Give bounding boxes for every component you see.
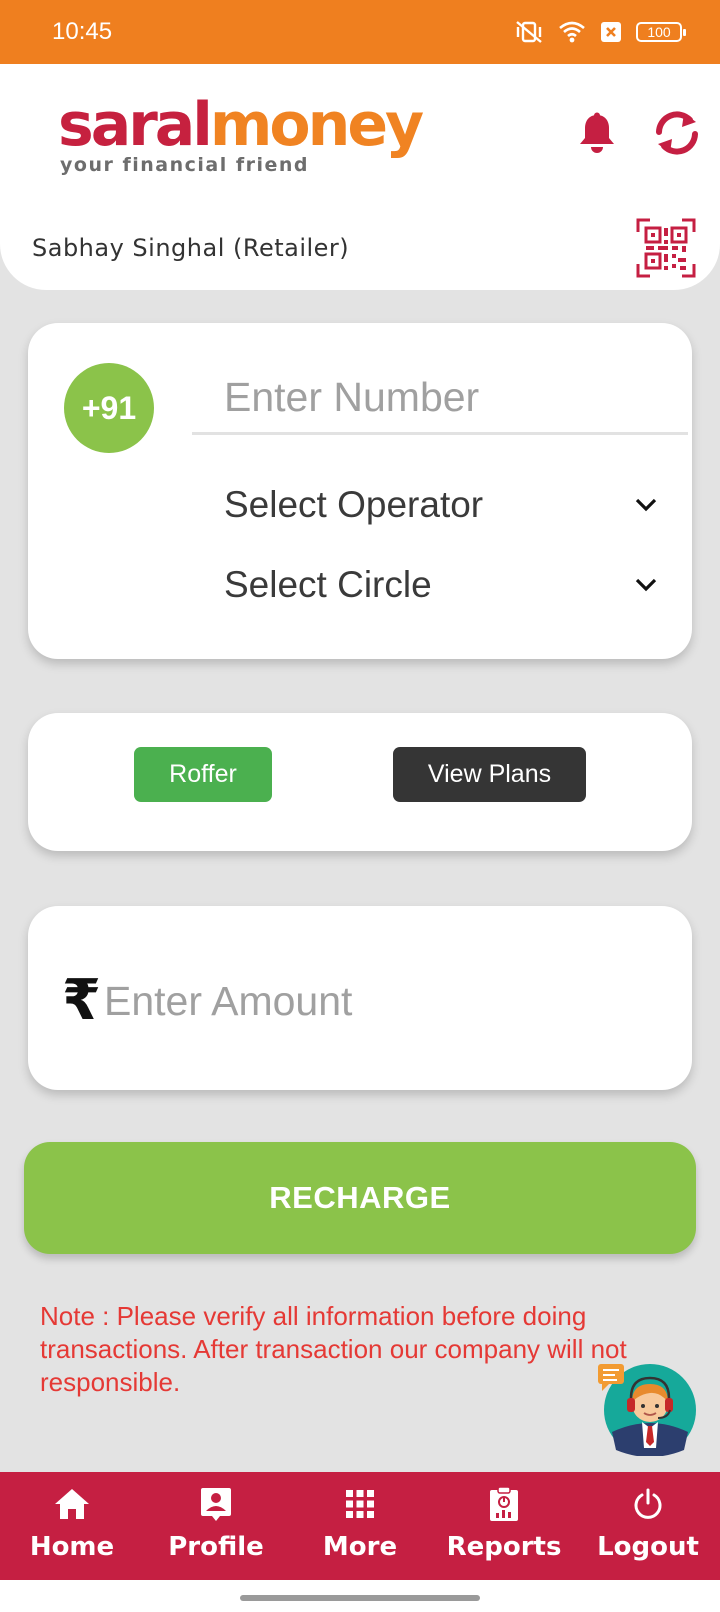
bell-icon[interactable] xyxy=(578,112,616,154)
country-code-badge: +91 xyxy=(64,363,154,453)
recharge-button[interactable]: RECHARGE xyxy=(24,1142,696,1254)
reports-icon xyxy=(490,1486,518,1521)
gesture-area xyxy=(0,1580,720,1612)
chevron-down-icon xyxy=(635,578,657,592)
nav-item-home[interactable]: Home xyxy=(0,1472,144,1580)
view-plans-button[interactable]: View Plans xyxy=(393,747,586,802)
nav-item-logout[interactable]: Logout xyxy=(576,1472,720,1580)
nav-label-home: Home xyxy=(29,1532,115,1562)
user-name: Sabhay Singhal (Retailer) xyxy=(32,234,350,262)
mobile-number-card: +91 Select Operator Select Circle xyxy=(28,323,692,659)
grid-icon xyxy=(346,1490,374,1518)
nav-label-profile: Profile xyxy=(168,1532,264,1562)
logo-text-money: money xyxy=(209,90,424,160)
power-icon xyxy=(634,1488,662,1519)
rupee-icon: ₹ xyxy=(62,968,101,1031)
nav-label-reports: Reports xyxy=(446,1532,562,1562)
status-bar: 10:45 100 xyxy=(0,0,720,64)
qr-code-icon[interactable] xyxy=(636,218,696,278)
wifi-icon xyxy=(559,21,585,43)
profile-icon xyxy=(201,1488,231,1521)
circle-select-label: Select Circle xyxy=(224,564,432,605)
app-header: saralmoney your financial friend Sabhay … xyxy=(0,64,720,290)
vibrate-mute-icon xyxy=(516,21,542,43)
disclaimer-note: Note : Please verify all information bef… xyxy=(40,1301,627,1397)
status-icons: 100 xyxy=(514,20,686,44)
nav-item-profile[interactable]: Profile xyxy=(144,1472,288,1580)
nav-label-logout: Logout xyxy=(597,1532,699,1562)
saralmoney-logo: saralmoney your financial friend xyxy=(58,90,424,176)
battery-icon: 100 xyxy=(636,22,686,42)
refresh-icon[interactable] xyxy=(650,110,704,156)
nav-item-more[interactable]: More xyxy=(288,1472,432,1580)
nav-item-reports[interactable]: Reports xyxy=(432,1472,576,1580)
chevron-down-icon xyxy=(635,498,657,512)
amount-input[interactable] xyxy=(104,966,664,1036)
status-time: 10:45 xyxy=(52,18,113,45)
sim-off-icon xyxy=(601,22,621,42)
plans-card: Roffer View Plans xyxy=(28,713,692,851)
amount-card: ₹ xyxy=(28,906,692,1090)
home-icon xyxy=(55,1489,89,1519)
nav-label-more: More xyxy=(322,1532,398,1562)
circle-select[interactable]: Select Circle xyxy=(224,560,658,610)
logo-text-saral: saral xyxy=(58,90,213,160)
gesture-navigation-bar[interactable] xyxy=(240,1595,480,1601)
operator-select[interactable]: Select Operator xyxy=(224,480,658,530)
bottom-navigation: Home Profile More Reports Logout xyxy=(0,1472,720,1580)
customer-support-icon[interactable] xyxy=(598,1356,698,1456)
operator-select-label: Select Operator xyxy=(224,484,484,525)
mobile-number-input[interactable] xyxy=(192,363,688,435)
roffer-button[interactable]: Roffer xyxy=(134,747,272,802)
